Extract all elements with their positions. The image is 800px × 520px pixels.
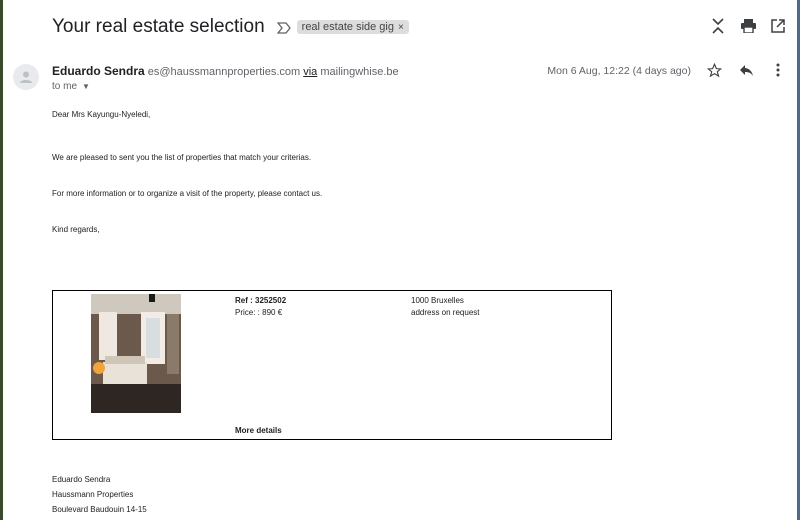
recipient-label: to me <box>52 81 78 92</box>
thread-toolbar <box>710 18 786 34</box>
subject-row: Your real estate selection real estate s… <box>52 16 409 38</box>
reply-icon <box>739 64 753 76</box>
property-city: 1000 Bruxelles <box>411 296 464 305</box>
label-remove-icon[interactable]: × <box>398 22 404 33</box>
chevron-down-icon: ▼ <box>82 82 90 91</box>
more-options-button[interactable] <box>770 62 786 78</box>
important-marker-icon[interactable] <box>276 21 291 34</box>
sender-avatar[interactable] <box>13 64 39 90</box>
email-subject: Your real estate selection <box>52 16 265 37</box>
email-date: Mon 6 Aug, 12:22 (4 days ago) <box>547 65 691 77</box>
sender-line: Eduardo Sendra es@haussmannproperties.co… <box>52 64 399 78</box>
property-listing: Ref : 3252502 Price: : 890 € 1000 Bruxel… <box>52 290 612 440</box>
recipient-details-toggle[interactable]: to me ▼ <box>52 81 90 92</box>
property-address: address on request <box>411 308 480 317</box>
property-ref: Ref : 3252502 <box>235 296 287 305</box>
sender-name[interactable]: Eduardo Sendra <box>52 64 145 78</box>
sender-email: es@haussmannproperties.com <box>147 66 301 78</box>
person-icon <box>20 71 32 83</box>
greeting: Dear Mrs Kayungu-Nyeledi, <box>52 110 151 119</box>
via-domain: mailingwhise.be <box>320 66 399 78</box>
body-line-1: We are pleased to sent you the list of p… <box>52 153 312 162</box>
via-link[interactable]: via <box>303 66 317 78</box>
signature-street: Boulevard Baudouin 14-15 <box>52 505 147 514</box>
property-photo[interactable] <box>91 294 181 413</box>
body-line-2: For more information or to organize a vi… <box>52 189 323 198</box>
closing: Kind regards, <box>52 225 100 234</box>
label-chip-text: real estate side gig <box>301 21 394 33</box>
open-in-new-window-button[interactable] <box>770 18 786 34</box>
property-price: Price: : 890 € <box>235 308 283 317</box>
print-icon <box>740 19 756 33</box>
star-icon <box>706 62 722 77</box>
label-chip[interactable]: real estate side gig × <box>296 20 409 34</box>
open-in-new-icon <box>771 19 785 33</box>
window-edge-left <box>0 0 3 520</box>
more-vert-icon <box>776 63 780 77</box>
message-actions <box>706 62 786 78</box>
signature-name: Eduardo Sendra <box>52 475 111 484</box>
more-details-link[interactable]: More details <box>235 426 282 435</box>
expand-all-button[interactable] <box>710 18 726 34</box>
unfold-icon <box>712 18 724 34</box>
star-button[interactable] <box>706 62 722 78</box>
signature-company: Haussmann Properties <box>52 490 134 499</box>
reply-button[interactable] <box>738 62 754 78</box>
print-button[interactable] <box>740 18 756 34</box>
